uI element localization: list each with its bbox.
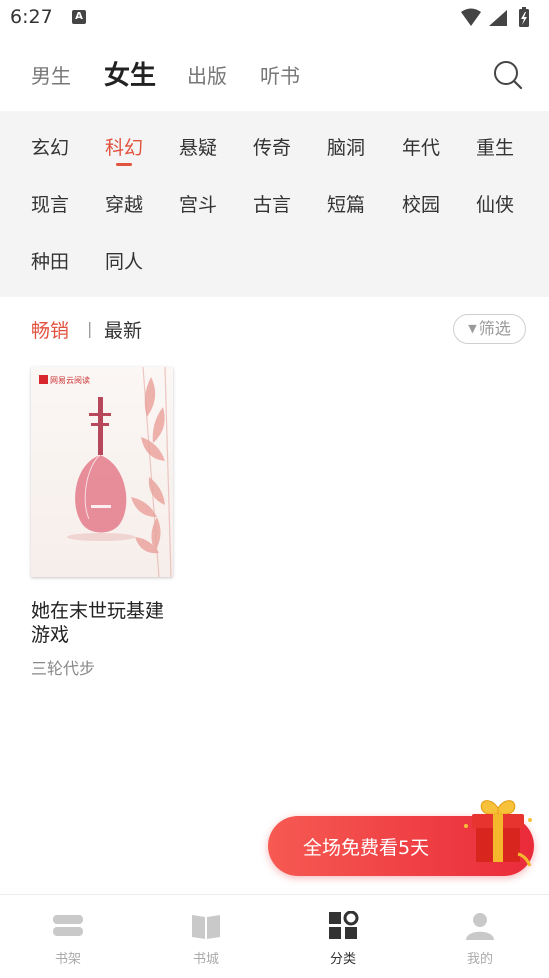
genre-panel: 玄幻 科幻 悬疑 传奇 脑洞 年代 重生 现言 穿越 宫斗 古言 短篇 校园 仙…: [0, 111, 549, 297]
top-tabs: 男生 女生 出版 听书: [0, 52, 549, 96]
profile-icon: [466, 913, 494, 940]
cover-illustration: [67, 367, 172, 577]
genre-chuanqi[interactable]: 传奇: [253, 133, 291, 160]
book-cover: 网易云阅读: [31, 367, 173, 577]
category-grid-icon: [329, 910, 359, 939]
nav-bookstore-label: 书城: [192, 952, 219, 967]
tab-audiobook[interactable]: 听书: [260, 60, 300, 89]
search-icon[interactable]: [493, 60, 523, 90]
tab-female[interactable]: 女生: [104, 55, 156, 92]
sort-bar: 畅销 | 最新 ▼ 筛选: [0, 312, 549, 348]
status-bar: 6:27 A: [0, 0, 549, 36]
gift-box-icon: [464, 800, 532, 867]
sort-separator: |: [87, 319, 93, 338]
genre-chuanyue[interactable]: 穿越: [105, 190, 143, 217]
genre-zhongtian[interactable]: 种田: [31, 247, 69, 274]
promo-label: 全场免费看5天: [303, 837, 430, 859]
filter-button[interactable]: ▼ 筛选: [453, 314, 526, 344]
book-open-icon: [192, 915, 220, 939]
sort-newest[interactable]: 最新: [104, 316, 142, 343]
sort-bestselling[interactable]: 畅销: [31, 316, 69, 343]
genre-xuanhuan[interactable]: 玄幻: [31, 133, 69, 160]
book-author: 三轮代步: [31, 659, 96, 678]
bookshelf-icon: [53, 915, 83, 936]
nav-category[interactable]: 分类: [308, 910, 378, 967]
nav-profile-label: 我的: [466, 952, 493, 967]
genre-gongdou[interactable]: 宫斗: [179, 190, 217, 217]
genre-xianxia[interactable]: 仙侠: [476, 190, 514, 217]
signal-icon: [489, 10, 507, 26]
nav-profile[interactable]: 我的: [445, 911, 515, 967]
genre-xianyan[interactable]: 现言: [31, 190, 69, 217]
status-time: 6:27: [10, 6, 53, 28]
bottom-nav: 书架 书城 分类 我的: [0, 894, 549, 978]
wifi-icon: [461, 8, 481, 26]
nav-category-label: 分类: [329, 952, 356, 967]
genre-kehuan[interactable]: 科幻: [105, 133, 143, 166]
genre-guyan[interactable]: 古言: [253, 190, 291, 217]
free-trial-promo-button[interactable]: 全场免费看5天: [268, 800, 534, 876]
nav-bookshelf[interactable]: 书架: [33, 911, 103, 967]
genre-xiaoyuan[interactable]: 校园: [402, 190, 440, 217]
notification-a-icon: A: [72, 10, 86, 24]
filter-label: 筛选: [478, 319, 511, 338]
tab-male[interactable]: 男生: [31, 60, 71, 89]
genre-chongsheng[interactable]: 重生: [476, 133, 514, 160]
system-status-icons: [461, 7, 529, 27]
nav-bookstore[interactable]: 书城: [171, 911, 241, 967]
genre-niandai[interactable]: 年代: [402, 133, 440, 160]
book-card[interactable]: 网易云阅读 她在末世玩基建游戏 三轮代步: [31, 367, 176, 679]
tab-publish[interactable]: 出版: [187, 60, 227, 89]
genre-duanpian[interactable]: 短篇: [327, 190, 365, 217]
triangle-down-icon: ▼: [468, 322, 477, 335]
genre-xuanyi[interactable]: 悬疑: [179, 133, 217, 160]
genre-naodong[interactable]: 脑洞: [327, 133, 365, 160]
nav-bookshelf-label: 书架: [54, 952, 81, 967]
genre-tongren[interactable]: 同人: [105, 247, 143, 274]
book-title: 她在末世玩基建游戏: [31, 600, 165, 646]
